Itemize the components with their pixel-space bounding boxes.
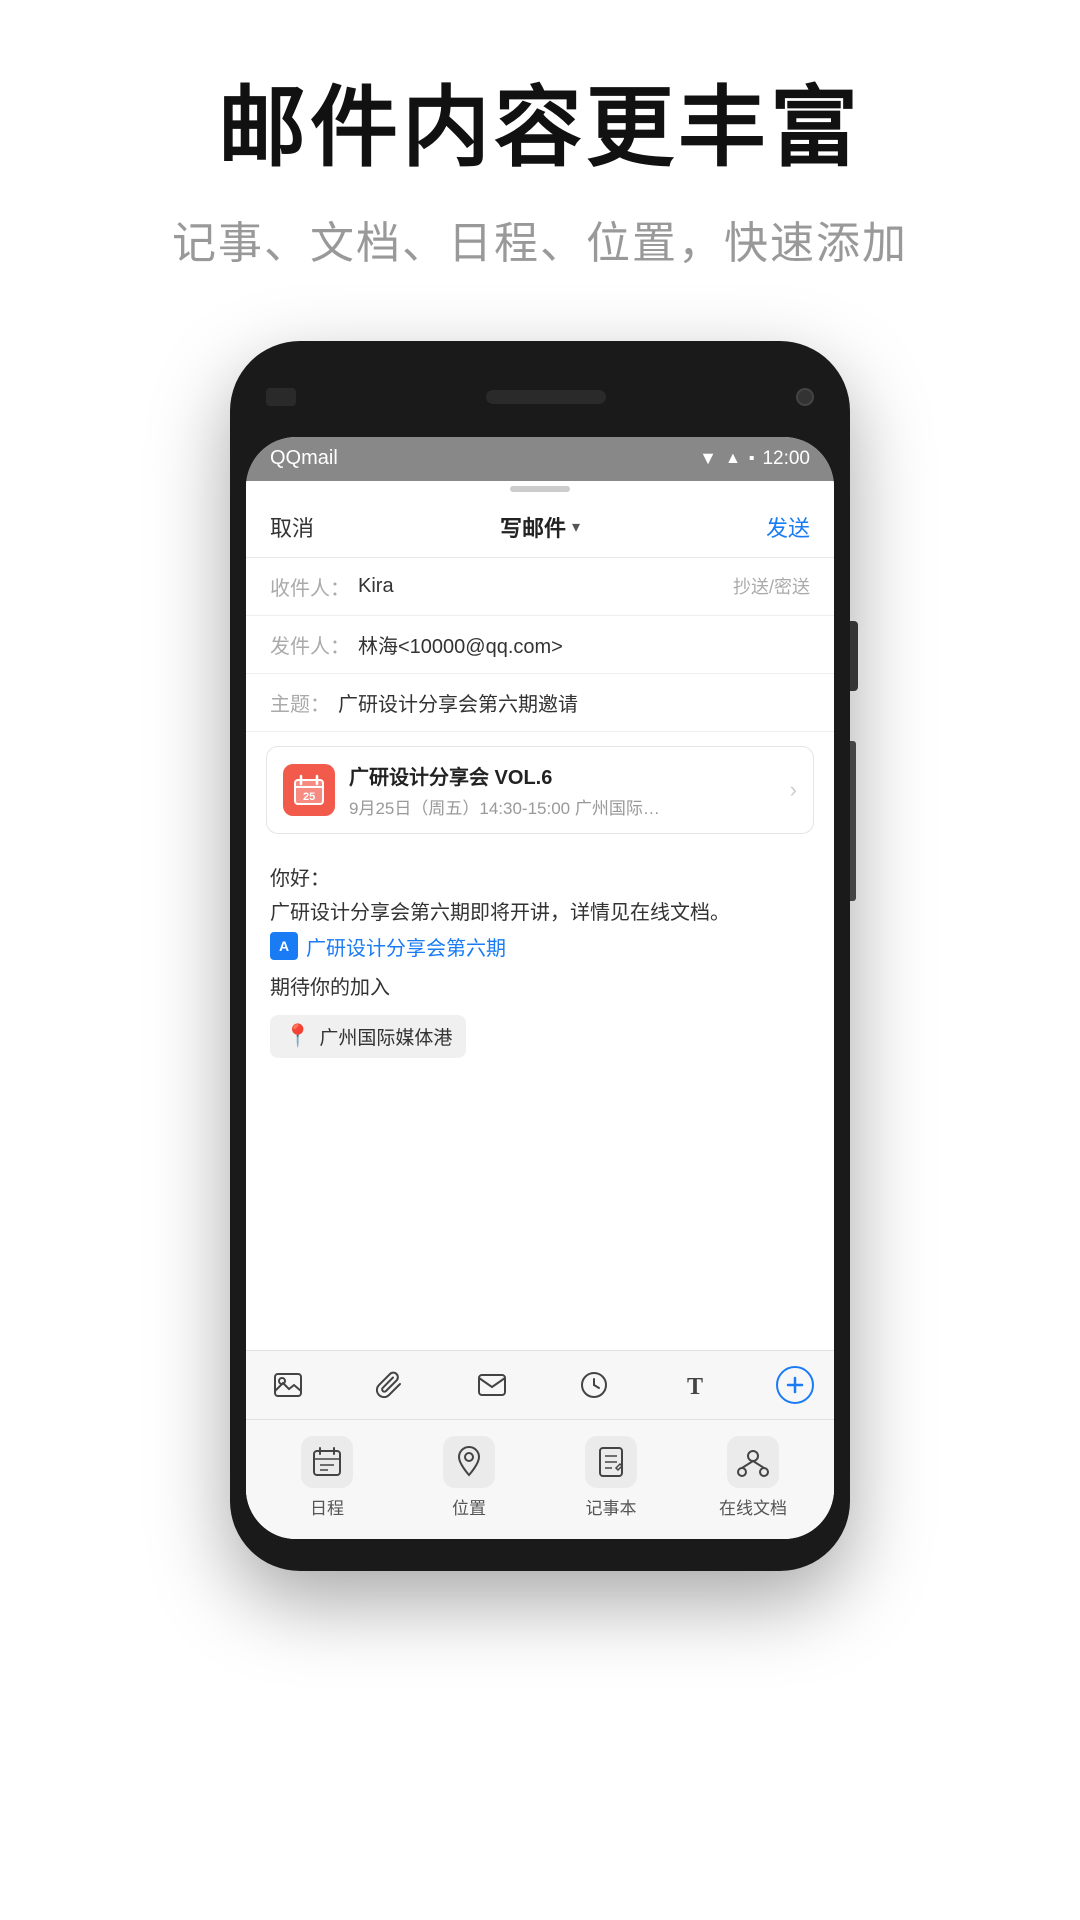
compose-title: 写邮件 — [500, 511, 566, 543]
body-greeting: 你好： — [270, 862, 810, 896]
text-format-icon[interactable]: T — [674, 1363, 718, 1407]
image-icon[interactable] — [266, 1363, 310, 1407]
phone-mockup: QQmail ▼ ▲ ▪ 12:00 取消 写邮件 — [0, 341, 1080, 1571]
event-arrow-icon: › — [790, 777, 797, 803]
compose-toolbar: T — [246, 1350, 834, 1419]
subject-value[interactable]: 广研设计分享会第六期邀请 — [338, 688, 810, 717]
event-calendar-icon: 25 — [283, 764, 335, 816]
phone-top-bar — [246, 357, 834, 437]
to-value[interactable]: Kira — [358, 575, 725, 598]
body-closing: 期待你的加入 — [270, 971, 810, 1005]
notes-icon — [585, 1436, 637, 1488]
phone-sensor — [266, 388, 296, 406]
location-tag[interactable]: 📍 广州国际媒体港 — [270, 1015, 466, 1058]
plus-icon[interactable] — [776, 1366, 814, 1404]
online-doc-label: 在线文档 — [719, 1494, 787, 1519]
send-button[interactable]: 发送 — [766, 511, 810, 543]
to-field: 收件人： Kira 抄送/密送 — [246, 558, 834, 616]
tab-notes[interactable]: 记事本 — [540, 1436, 682, 1519]
drag-indicator — [246, 481, 834, 497]
page-title: 邮件内容更丰富 — [0, 80, 1080, 177]
cc-button[interactable]: 抄送/密送 — [733, 573, 810, 599]
status-icons: ▼ ▲ ▪ 12:00 — [699, 448, 810, 470]
from-value: 林海<10000@qq.com> — [358, 630, 810, 659]
event-info: 广研设计分享会 VOL.6 9月25日（周五）14:30-15:00 广州国际… — [349, 761, 776, 819]
location-label: 位置 — [452, 1494, 486, 1519]
attach-icon[interactable] — [368, 1363, 412, 1407]
phone-side-button — [850, 621, 858, 691]
status-app-name: QQmail — [270, 447, 338, 470]
svg-text:25: 25 — [303, 791, 315, 803]
page-subtitle: 记事、文档、日程、位置，快速添加 — [0, 207, 1080, 271]
event-title: 广研设计分享会 VOL.6 — [349, 761, 776, 790]
phone-speaker — [486, 390, 606, 404]
svg-text:T: T — [687, 1374, 703, 1398]
from-label: 发件人： — [270, 630, 350, 659]
phone-screen: QQmail ▼ ▲ ▪ 12:00 取消 写邮件 — [246, 437, 834, 1539]
status-time: 12:00 — [762, 448, 810, 470]
battery-icon: ▪ — [749, 450, 755, 468]
online-doc-icon — [727, 1436, 779, 1488]
dropdown-icon[interactable]: ▾ — [572, 517, 580, 537]
phone-camera — [796, 388, 814, 406]
bottom-tab-bar: 日程 位置 — [246, 1419, 834, 1539]
schedule-icon — [301, 1436, 353, 1488]
email-icon[interactable] — [470, 1363, 514, 1407]
compose-title-wrapper: 写邮件 ▾ — [500, 511, 580, 543]
schedule-label: 日程 — [310, 1494, 344, 1519]
page-header: 邮件内容更丰富 记事、文档、日程、位置，快速添加 — [0, 0, 1080, 311]
body-main-text: 广研设计分享会第六期即将开讲，详情见在线文档。 — [270, 896, 810, 930]
compose-header: 取消 写邮件 ▾ 发送 — [246, 497, 834, 558]
subject-field: 主题： 广研设计分享会第六期邀请 — [246, 674, 834, 732]
tab-schedule[interactable]: 日程 — [256, 1436, 398, 1519]
drag-bar — [510, 486, 570, 492]
subject-label: 主题： — [270, 688, 330, 717]
phone-body: QQmail ▼ ▲ ▪ 12:00 取消 写邮件 — [230, 341, 850, 1571]
status-bar: QQmail ▼ ▲ ▪ 12:00 — [246, 437, 834, 481]
wifi-icon: ▼ — [699, 448, 717, 469]
from-field: 发件人： 林海<10000@qq.com> — [246, 616, 834, 674]
tab-online-doc[interactable]: 在线文档 — [682, 1436, 824, 1519]
event-card[interactable]: 25 广研设计分享会 VOL.6 9月25日（周五）14:30-15:00 广州… — [266, 746, 814, 834]
email-compose-area: 取消 写邮件 ▾ 发送 收件人： Kira 抄送/密送 发件人： 林海<10 — [246, 481, 834, 1539]
event-detail: 9月25日（周五）14:30-15:00 广州国际… — [349, 794, 776, 819]
location-text: 广州国际媒体港 — [319, 1023, 452, 1050]
doc-link-text[interactable]: 广研设计分享会第六期 — [306, 932, 506, 961]
location-icon — [443, 1436, 495, 1488]
cancel-button[interactable]: 取消 — [270, 511, 314, 543]
location-pin-icon: 📍 — [284, 1023, 311, 1049]
notes-label: 记事本 — [586, 1494, 637, 1519]
doc-icon: A — [270, 932, 298, 960]
tab-location[interactable]: 位置 — [398, 1436, 540, 1519]
body-text-content: 广研设计分享会第六期即将开讲，详情见在线文档。 — [270, 902, 730, 924]
doc-link-wrapper[interactable]: A 广研设计分享会第六期 — [270, 932, 506, 961]
phone-side-scroll — [850, 741, 856, 901]
to-label: 收件人： — [270, 572, 350, 601]
clock-icon[interactable] — [572, 1363, 616, 1407]
signal-icon: ▲ — [725, 450, 741, 468]
email-body[interactable]: 你好： 广研设计分享会第六期即将开讲，详情见在线文档。 A 广研设计分享会第六期… — [246, 848, 834, 1350]
